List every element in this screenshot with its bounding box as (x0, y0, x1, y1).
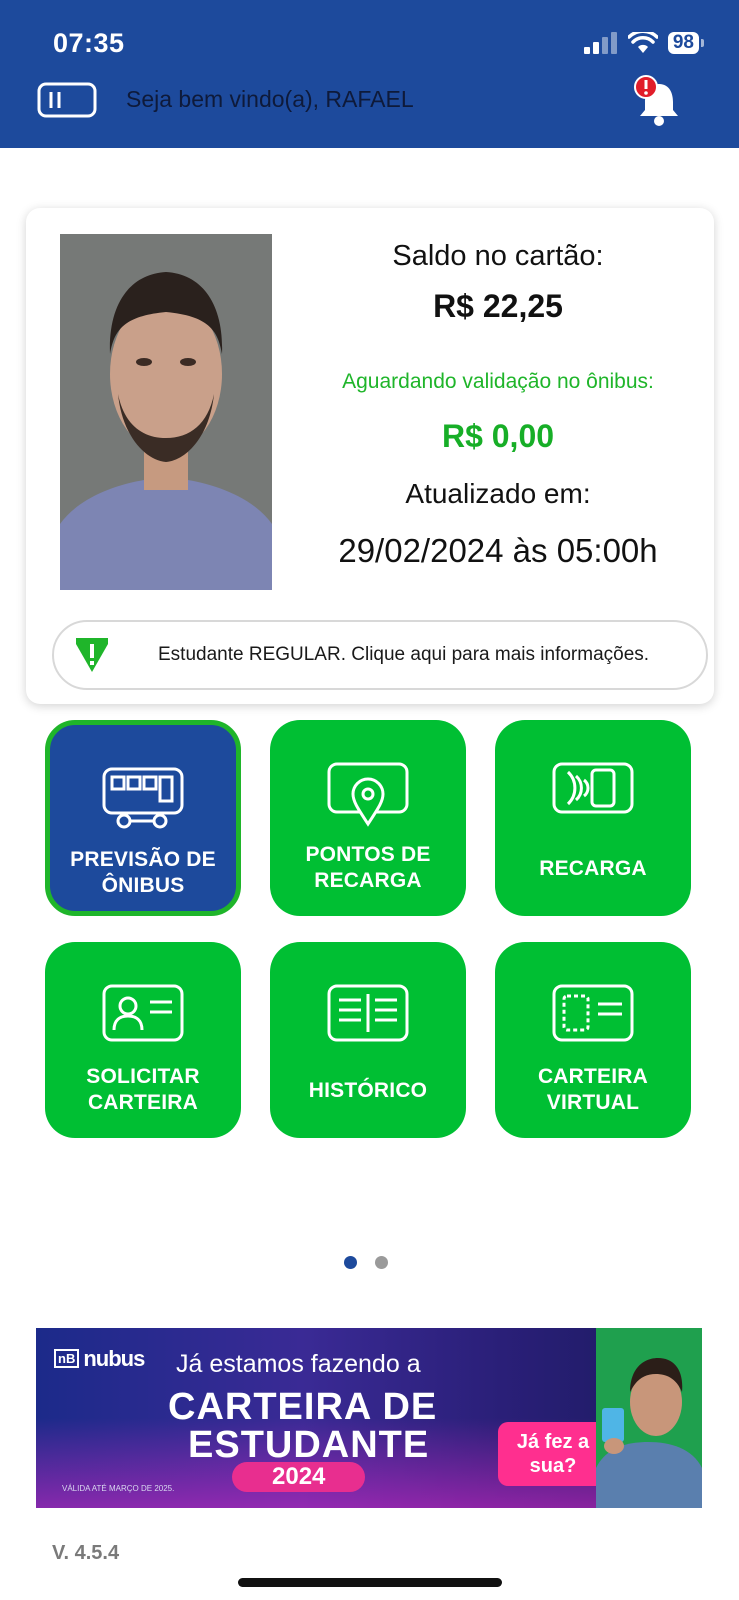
tile-solicitar-carteira[interactable]: SOLICITAR CARTEIRA (45, 942, 241, 1138)
aguardando-value: R$ 0,00 (441, 418, 555, 454)
tile-previsao-onibus[interactable]: PREVISÃO DE ÔNIBUS (45, 720, 241, 916)
app-version: V. 4.5.4 (52, 1542, 120, 1564)
atualizado-label: Atualizado em: (405, 478, 591, 509)
tile-label: RECARGA (539, 857, 647, 880)
tile-historico[interactable]: HISTÓRICO (270, 942, 466, 1138)
banner-line1: Já estamos fazendo a (176, 1350, 421, 1378)
tile-recarga[interactable]: RECARGA (495, 720, 691, 916)
history-icon (327, 984, 409, 1042)
tile-label: SOLICITAR CARTEIRA (86, 1065, 200, 1114)
app-header: 07:35 98 Seja bem vindo(a), RAFAEL (0, 0, 739, 148)
id-card-icon (102, 984, 184, 1042)
aguardando-label: Aguardando validação no ônibus: (342, 370, 654, 393)
home-indicator[interactable] (238, 1578, 502, 1587)
tile-label: PREVISÃO DE ÔNIBUS (70, 848, 216, 897)
banner-person-image (596, 1328, 702, 1508)
atualizado-value: 29/02/2024 às 05:00h (338, 532, 658, 569)
wifi-icon (627, 32, 658, 53)
nubus-logo: nB nubus (54, 1346, 145, 1372)
bus-icon (102, 767, 184, 829)
promo-banner[interactable]: nB nubus Já estamos fazendo a CARTEIRA DE… (36, 1328, 702, 1508)
card-menu-icon[interactable] (37, 80, 97, 120)
shield-alert-icon (76, 638, 108, 672)
banner-note: VÁLIDA ATÉ MARÇO DE 2025. (62, 1484, 175, 1493)
tile-label: HISTÓRICO (308, 1079, 428, 1102)
status-time: 07:35 (53, 28, 125, 58)
tile-label: PONTOS DE RECARGA (305, 843, 431, 892)
page-dot-active[interactable] (344, 1256, 357, 1269)
saldo-label: Saldo no cartão: (392, 240, 604, 272)
status-icons: 98 (583, 32, 705, 54)
page-indicator[interactable] (344, 1256, 388, 1269)
student-status-text: Estudante REGULAR. Clique aqui para mais… (158, 644, 650, 665)
battery-level: 98 (667, 32, 705, 54)
page-dot[interactable] (375, 1256, 388, 1269)
saldo-value: R$ 22,25 (433, 288, 563, 324)
signal-icon (583, 32, 617, 54)
notification-bell-icon[interactable] (632, 74, 686, 130)
contactless-card-icon (552, 762, 634, 814)
banner-line3: ESTUDANTE (188, 1424, 430, 1466)
virtual-card-icon (552, 984, 634, 1042)
banner-line2: CARTEIRA DE (168, 1386, 438, 1428)
welcome-text: Seja bem vindo(a), RAFAEL (126, 86, 414, 112)
banner-cta: Já fez a sua? (498, 1422, 608, 1486)
tile-carteira-virtual[interactable]: CARTEIRA VIRTUAL (495, 942, 691, 1138)
balance-card: Saldo no cartão: R$ 22,25 Aguardando val… (26, 208, 714, 704)
tile-pontos-recarga[interactable]: PONTOS DE RECARGA (270, 720, 466, 916)
map-pin-icon (327, 762, 409, 827)
student-photo (60, 234, 272, 590)
banner-year: 2024 (232, 1462, 366, 1492)
tile-label: CARTEIRA VIRTUAL (537, 1065, 649, 1114)
student-status-button[interactable]: Estudante REGULAR. Clique aqui para mais… (52, 620, 708, 690)
